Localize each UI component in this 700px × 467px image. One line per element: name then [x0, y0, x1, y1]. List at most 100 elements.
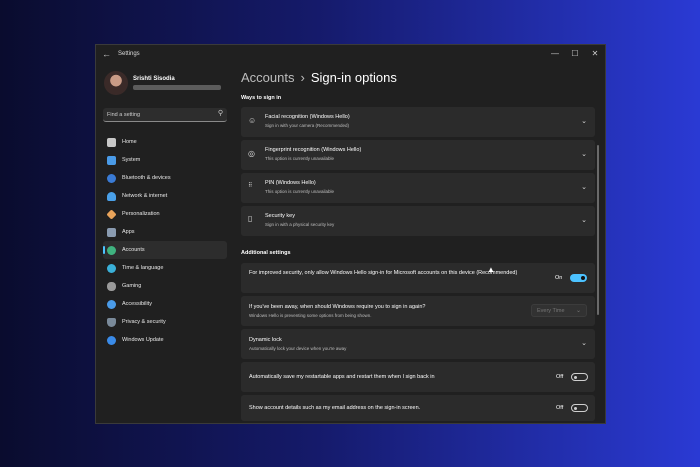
breadcrumb-separator: › — [300, 70, 305, 85]
chevron-down-icon[interactable]: ⌄ — [581, 183, 587, 191]
window-title: Settings — [118, 51, 140, 57]
fingerprint-card[interactable]: ◎ Fingerprint recognition (Windows Hello… — [241, 140, 595, 170]
shield-icon — [107, 317, 116, 327]
sidebar-item-label: Home — [122, 139, 137, 145]
sidebar-item-gaming[interactable]: Gaming — [103, 277, 227, 295]
chevron-down-icon[interactable]: ⌄ — [581, 216, 587, 224]
sidebar-item-system[interactable]: System — [103, 151, 227, 169]
setting-text: For improved security, only allow Window… — [249, 270, 518, 276]
card-subtitle: This option is currently unavailable — [265, 189, 335, 194]
minimize-button[interactable]: — — [544, 47, 566, 61]
setting-text: Dynamic lock — [249, 337, 282, 343]
restart-apps-toggle[interactable] — [571, 373, 588, 381]
windows-hello-only-toggle[interactable] — [570, 274, 587, 282]
back-arrow-icon[interactable]: ← — [102, 49, 111, 59]
sidebar-item-accounts[interactable]: Accounts — [103, 241, 227, 259]
restart-apps-setting: Automatically save my restartable apps a… — [241, 362, 595, 392]
setting-subtext: Windows Hello is preventing some options… — [249, 313, 372, 318]
sidebar-item-home[interactable]: Home — [103, 133, 227, 151]
sidebar-nav: Home System Bluetooth & devices Network … — [103, 133, 227, 349]
main-content: Accounts › Sign-in options Ways to sign in… — [236, 65, 600, 423]
breadcrumb-parent[interactable]: Accounts — [241, 70, 294, 85]
sidebar-item-time-language[interactable]: Time & language — [103, 259, 227, 277]
sidebar-item-accessibility[interactable]: Accessibility — [103, 295, 227, 313]
require-sign-in-dropdown[interactable]: Every Time ⌄ — [531, 304, 587, 317]
card-title: PIN (Windows Hello) — [265, 180, 316, 186]
chevron-down-icon[interactable]: ⌄ — [581, 339, 587, 347]
mouse-cursor-icon: ▲ — [487, 265, 495, 274]
accessibility-icon — [107, 299, 116, 309]
sidebar-item-label: Accessibility — [122, 301, 152, 307]
profile-email-redacted — [133, 85, 221, 90]
card-subtitle: Sign in with a physical security key — [265, 222, 335, 227]
setting-subtext: Automatically lock your device when you'… — [249, 346, 347, 351]
setting-text: Show account details such as my email ad… — [249, 405, 421, 411]
pin-card[interactable]: ⠿ PIN (Windows Hello) This option is cur… — [241, 173, 595, 203]
profile-name: Srishti Sisodia — [133, 76, 175, 82]
dynamic-lock-setting[interactable]: Dynamic lock Automatically lock your dev… — [241, 329, 595, 359]
setting-text: Automatically save my restartable apps a… — [249, 374, 435, 380]
section-title-ways-to-sign-in: Ways to sign in — [241, 95, 282, 101]
sidebar-item-network[interactable]: Network & internet — [103, 187, 227, 205]
card-subtitle: Sign in with your camera (Recommended) — [265, 123, 350, 128]
sidebar-item-label: Windows Update — [122, 337, 164, 343]
sidebar-item-label: Network & internet — [122, 193, 168, 199]
sidebar-item-label: System — [122, 157, 141, 163]
require-sign-in-setting: If you've been away, when should Windows… — [241, 296, 595, 326]
search-input[interactable] — [107, 110, 207, 120]
breadcrumb: Accounts › Sign-in options — [241, 70, 397, 85]
toggle-state-label: Off — [556, 405, 564, 411]
card-subtitle: This option is currently unavailable — [265, 156, 335, 161]
apps-icon — [107, 227, 116, 237]
windows-hello-only-setting: For improved security, only allow Window… — [241, 263, 595, 293]
show-account-details-setting: Show account details such as my email ad… — [241, 395, 595, 421]
sidebar-item-label: Bluetooth & devices — [122, 175, 171, 181]
facial-recognition-card[interactable]: ☺ Facial recognition (Windows Hello) Sig… — [241, 107, 595, 137]
accounts-icon — [107, 245, 116, 255]
home-icon — [107, 137, 116, 147]
globe-icon — [107, 263, 116, 273]
title-bar: ← Settings — ☐ ✕ — [96, 45, 605, 65]
settings-window: ← Settings — ☐ ✕ Srishti Sisodia ⚲ Home … — [95, 44, 606, 424]
maximize-button[interactable]: ☐ — [564, 47, 586, 61]
sidebar-item-label: Apps — [122, 229, 135, 235]
sidebar-item-windows-update[interactable]: Windows Update — [103, 331, 227, 349]
usb-key-icon: ▯ — [248, 214, 253, 223]
sidebar-item-privacy-security[interactable]: Privacy & security — [103, 313, 227, 331]
sidebar-item-label: Personalization — [122, 211, 160, 217]
security-key-card[interactable]: ▯ Security key Sign in with a physical s… — [241, 206, 595, 236]
page-title: Sign-in options — [310, 70, 397, 85]
pin-icon: ⠿ — [248, 183, 253, 189]
sidebar-item-label: Accounts — [122, 247, 145, 253]
section-title-additional-settings: Additional settings — [241, 250, 291, 256]
toggle-state-label: Off — [556, 374, 564, 380]
chevron-down-icon: ⌄ — [575, 308, 581, 314]
show-account-details-toggle[interactable] — [571, 404, 588, 412]
chevron-down-icon[interactable]: ⌄ — [581, 117, 587, 125]
user-profile[interactable]: Srishti Sisodia — [104, 71, 234, 107]
close-button[interactable]: ✕ — [584, 47, 605, 61]
sidebar-item-label: Gaming — [122, 283, 142, 289]
search-box[interactable]: ⚲ — [103, 108, 227, 122]
brush-icon — [106, 208, 117, 220]
sidebar-item-personalization[interactable]: Personalization — [103, 205, 227, 223]
sidebar-item-label: Privacy & security — [122, 319, 166, 325]
card-title: Facial recognition (Windows Hello) — [265, 114, 350, 120]
system-icon — [107, 155, 116, 165]
setting-text: If you've been away, when should Windows… — [249, 304, 426, 310]
chevron-down-icon[interactable]: ⌄ — [581, 150, 587, 158]
dropdown-value: Every Time — [537, 308, 565, 314]
face-icon: ☺ — [248, 116, 257, 125]
bluetooth-icon — [107, 173, 116, 183]
sidebar-item-label: Time & language — [122, 265, 164, 271]
card-title: Security key — [265, 213, 295, 219]
update-icon — [107, 335, 116, 345]
scrollbar[interactable] — [597, 145, 599, 315]
avatar[interactable] — [104, 71, 128, 95]
sidebar-item-bluetooth[interactable]: Bluetooth & devices — [103, 169, 227, 187]
fingerprint-icon: ◎ — [248, 149, 255, 158]
search-icon[interactable]: ⚲ — [218, 109, 223, 117]
gaming-icon — [107, 281, 116, 291]
sidebar-item-apps[interactable]: Apps — [103, 223, 227, 241]
toggle-state-label: On — [555, 275, 563, 281]
